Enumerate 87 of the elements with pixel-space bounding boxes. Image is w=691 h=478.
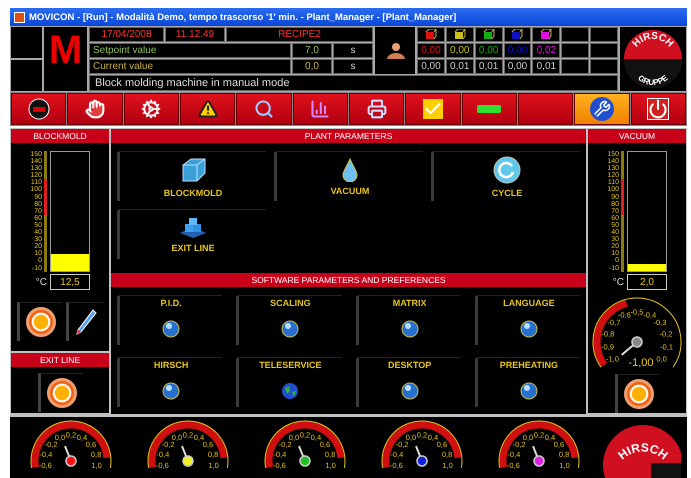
value-display: 12,5: [50, 274, 90, 290]
setpoint-reading: 0,00: [446, 43, 474, 58]
parameter-button[interactable]: VACUUM: [274, 151, 423, 201]
current-unit: s: [333, 59, 373, 74]
unit-label: °C: [34, 276, 47, 288]
round-button[interactable]: [624, 379, 654, 409]
toolbar-button[interactable]: [236, 93, 292, 125]
needle-hub: [631, 336, 643, 348]
sphere-icon: [162, 320, 180, 338]
toolbar-button[interactable]: [124, 93, 179, 125]
app-icon: [14, 12, 25, 22]
panel-title: VACUUM: [588, 129, 686, 143]
current-value: 0,0: [292, 59, 332, 74]
setpoint-value: 7,0: [292, 43, 332, 58]
toolbar-button[interactable]: [630, 93, 686, 125]
logo-icon: [28, 98, 50, 120]
search-icon: [254, 99, 274, 119]
blocks-icon: [178, 216, 208, 238]
current-reading: 0,00: [504, 59, 532, 74]
parameter-button[interactable]: TELESERVICE: [236, 357, 342, 407]
current-reading: 0,01: [446, 59, 474, 74]
round-button[interactable]: [46, 378, 76, 408]
panel-title: PLANT PARAMETERS: [111, 129, 586, 143]
value-display: 2,0: [627, 274, 667, 290]
brand-logo: HIRSCH GRUPPE: [623, 29, 683, 89]
parameter-button[interactable]: LANGUAGE: [474, 295, 580, 345]
current-reading: 0,01: [532, 59, 560, 74]
parameter-button[interactable]: EXIT LINE: [117, 209, 266, 259]
recipe-display: RECIPE2: [226, 27, 373, 42]
toolbar-button[interactable]: [348, 93, 404, 125]
toolbar-button[interactable]: [574, 93, 630, 125]
parameter-button[interactable]: BLOCKMOLD: [117, 151, 266, 201]
parameter-button[interactable]: CYCLE: [431, 151, 580, 201]
status-message: Block molding machine in manual mode: [89, 75, 618, 91]
check-icon: [422, 99, 443, 119]
parameter-button[interactable]: PREHEATING: [474, 357, 580, 407]
gear-icon: [141, 99, 162, 119]
sphere-icon: [520, 382, 538, 400]
current-reading: 0,00: [417, 59, 445, 74]
time-display: 11.12.49: [165, 27, 225, 42]
globe-icon: [281, 382, 300, 400]
toolbar-button[interactable]: [67, 93, 123, 125]
printer-icon: [366, 99, 387, 119]
cycle-icon: [493, 156, 521, 184]
sphere-icon: [400, 320, 419, 338]
toolbar-button[interactable]: [462, 93, 517, 125]
date-display: 17/04/2008: [89, 27, 164, 42]
sphere-icon: [162, 382, 180, 400]
panel-title: SOFTWARE PARAMETERS AND PREFERENCES: [111, 273, 586, 287]
tools-icon: [590, 97, 614, 121]
blank-panel: [11, 60, 42, 91]
unit-label: °C: [612, 276, 624, 288]
setpoint-label: Setpoint value: [89, 43, 291, 58]
window-title: MOVICON - [Run] - Modalità Demo, tempo trascorso '1' min. - Plant_Manager - [Plant_Manager]: [10, 8, 687, 26]
panel-title: EXIT LINE: [11, 353, 109, 367]
setpoint-reading: 0,00: [474, 43, 503, 58]
logo-letter: M: [44, 27, 87, 91]
bar-chart-icon: [310, 99, 330, 119]
person-icon: [384, 42, 406, 60]
setpoint-reading: 0,02: [532, 43, 560, 58]
setpoint-unit: s: [333, 43, 373, 58]
parameter-button[interactable]: MATRIX: [356, 295, 461, 345]
blank-panel: [11, 27, 42, 58]
setpoint-reading: 0,00: [417, 43, 445, 58]
sphere-icon: [400, 382, 419, 400]
drop-icon: [342, 158, 358, 182]
warning-icon: [198, 99, 218, 119]
gauge-reading: -1,00: [628, 357, 654, 369]
toolbar-button[interactable]: [180, 93, 236, 125]
minus-icon: [477, 105, 502, 113]
sphere-icon: [520, 320, 538, 338]
current-label: Current value: [89, 59, 291, 74]
round-button[interactable]: [26, 307, 56, 337]
pencil-button[interactable]: [75, 308, 97, 336]
indicator-cell: [590, 27, 618, 42]
sphere-icon: [281, 320, 300, 338]
hand-icon: [84, 99, 105, 119]
current-reading: 0,01: [474, 59, 503, 74]
parameter-button[interactable]: HIRSCH: [117, 357, 222, 407]
power-icon: [647, 98, 670, 120]
setpoint-reading: 0,00: [504, 43, 532, 58]
parameter-button[interactable]: P.I.D.: [117, 295, 222, 345]
parameter-button[interactable]: DESKTOP: [356, 357, 461, 407]
toolbar-button[interactable]: [11, 93, 66, 125]
parameter-button[interactable]: SCALING: [236, 295, 342, 345]
toolbar-button[interactable]: [405, 93, 461, 125]
panel-title: BLOCKMOLD: [11, 129, 109, 143]
